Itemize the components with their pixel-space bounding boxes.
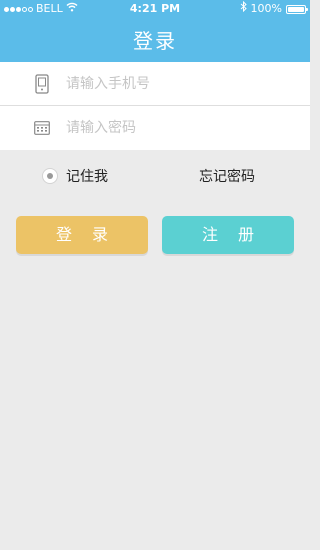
keypad-icon [34, 118, 50, 138]
battery-fill [288, 6, 304, 12]
register-button-label: 注册 [201, 225, 274, 244]
page-title: 登录 [133, 29, 177, 53]
phone-icon [34, 73, 50, 94]
bluetooth-icon [240, 0, 247, 18]
password-row [0, 106, 310, 149]
phone-row [0, 62, 310, 106]
login-options: 记住我 忘记密码 [0, 160, 310, 192]
login-button[interactable]: 登录 [16, 216, 148, 254]
forgot-password-link[interactable]: 忘记密码 [199, 166, 255, 186]
phone-input[interactable] [66, 62, 296, 105]
register-button[interactable]: 注册 [162, 216, 294, 254]
battery-percent: 100% [250, 2, 282, 15]
login-form [0, 62, 310, 150]
battery-icon [286, 4, 308, 14]
password-input[interactable] [66, 106, 296, 149]
remember-me-toggle[interactable]: 记住我 [42, 166, 108, 186]
remember-me-radio[interactable] [42, 168, 58, 184]
status-bar: BELL 4:21 PM 100% [0, 0, 310, 18]
status-right: 100% [240, 0, 308, 18]
header-bar: BELL 4:21 PM 100% 登录 [0, 0, 310, 62]
remember-me-label: 记住我 [66, 169, 108, 185]
login-button-label: 登录 [55, 225, 128, 244]
